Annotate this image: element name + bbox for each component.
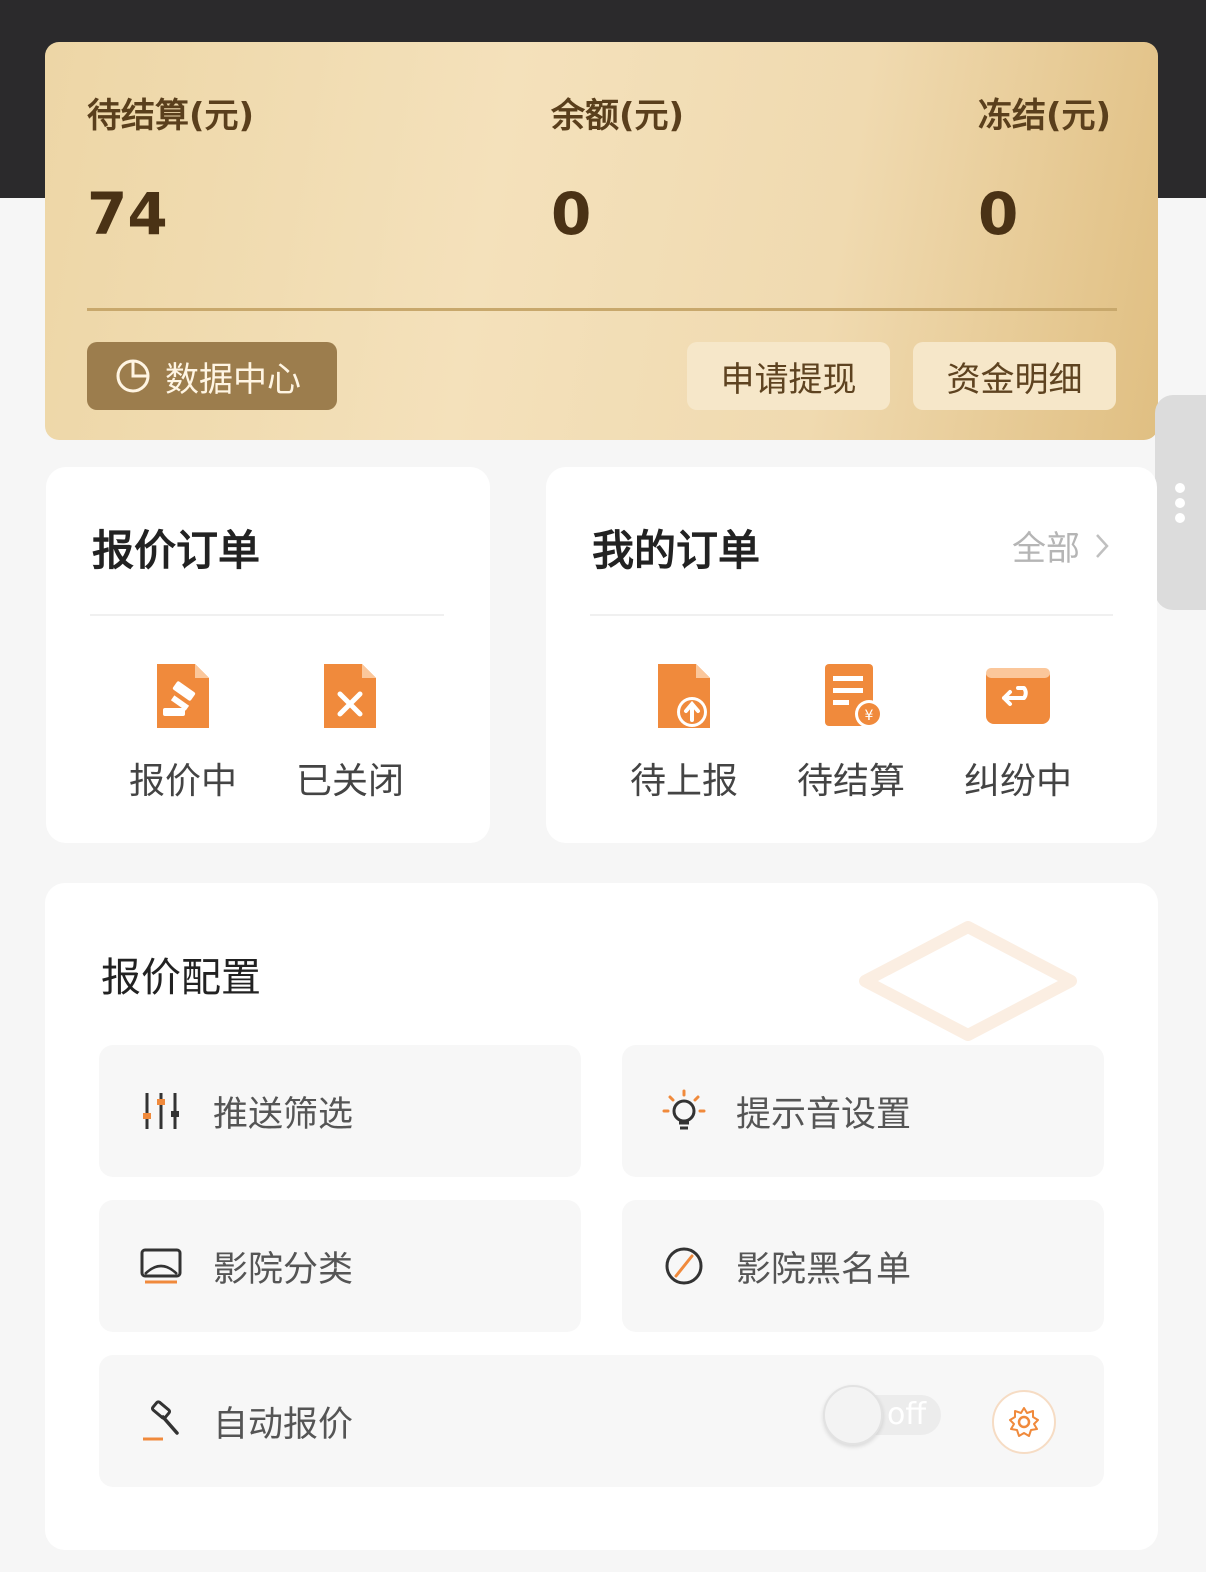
quote-config-panel: 报价配置 推送筛选 提示音设置 影院分类 影院黑名单 自动报价 off xyxy=(45,883,1158,1550)
see-all-link[interactable]: 全部 xyxy=(1012,521,1110,570)
auto-quote-toggle[interactable]: off xyxy=(823,1385,941,1445)
order-item-label: 报价中 xyxy=(128,761,237,802)
chevron-right-icon xyxy=(1096,533,1109,558)
order-item-pending-report[interactable]: 待上报 xyxy=(609,660,759,802)
auto-quote-settings-button[interactable] xyxy=(992,1390,1056,1454)
toggle-state-label: off xyxy=(887,1397,927,1432)
data-center-label: 数据中心 xyxy=(165,359,301,400)
gavel-doc-icon xyxy=(157,664,209,728)
tile-label: 提示音设置 xyxy=(736,1094,912,1135)
pie-chart-icon xyxy=(116,359,150,393)
data-center-button[interactable]: 数据中心 xyxy=(87,342,337,410)
frozen-value: 0 xyxy=(978,180,1019,248)
screen-icon xyxy=(140,1248,182,1284)
card-divider xyxy=(87,308,1117,311)
my-orders-title: 我的订单 xyxy=(592,526,761,575)
dispute-box-icon xyxy=(986,668,1050,724)
frozen-label: 冻结(元) xyxy=(978,96,1112,136)
order-item-closed[interactable]: 已关闭 xyxy=(275,660,425,802)
funds-detail-button[interactable]: 资金明细 xyxy=(913,342,1116,410)
ban-icon xyxy=(665,1247,703,1285)
panel-divider xyxy=(590,614,1113,616)
quote-orders-title: 报价订单 xyxy=(92,526,261,575)
order-item-label: 待结算 xyxy=(796,761,905,802)
cinema-category-tile[interactable]: 影院分类 xyxy=(99,1200,581,1332)
hammer-icon xyxy=(143,1400,179,1441)
tile-label: 影院黑名单 xyxy=(736,1249,912,1290)
tile-label: 影院分类 xyxy=(213,1249,354,1290)
floating-menu-handle[interactable] xyxy=(1155,395,1206,610)
my-orders-panel: 我的订单 全部 待上报 ¥ 待结算 纠纷中 xyxy=(546,467,1157,843)
auto-quote-tile[interactable]: 自动报价 off xyxy=(99,1355,1104,1487)
tile-label: 推送筛选 xyxy=(213,1094,354,1135)
order-item-quoting[interactable]: 报价中 xyxy=(108,660,258,802)
config-title: 报价配置 xyxy=(101,955,261,1001)
settle-doc-icon: ¥ xyxy=(825,664,883,728)
see-all-label: 全部 xyxy=(1012,529,1080,569)
order-item-pending-settlement[interactable]: ¥ 待结算 xyxy=(776,660,926,802)
gear-icon xyxy=(1009,1407,1039,1437)
order-item-label: 已关闭 xyxy=(295,761,404,802)
alert-sound-tile[interactable]: 提示音设置 xyxy=(622,1045,1104,1177)
bulb-icon xyxy=(662,1089,706,1130)
balance-card: 待结算(元) 74 余额(元) 0 冻结(元) 0 数据中心 申请提现 资金明细 xyxy=(45,42,1158,440)
sliders-icon xyxy=(143,1093,179,1129)
layers-watermark-icon xyxy=(859,921,1077,1041)
push-filter-tile[interactable]: 推送筛选 xyxy=(99,1045,581,1177)
toggle-knob xyxy=(823,1385,883,1445)
withdraw-button[interactable]: 申请提现 xyxy=(687,342,890,410)
cinema-blacklist-tile[interactable]: 影院黑名单 xyxy=(622,1200,1104,1332)
panel-divider xyxy=(90,614,444,616)
pending-settlement-label: 待结算(元) xyxy=(87,96,255,136)
balance-label: 余额(元) xyxy=(551,96,685,136)
svg-text:¥: ¥ xyxy=(865,708,874,724)
quote-orders-panel: 报价订单 报价中 已关闭 xyxy=(46,467,490,843)
closed-doc-icon xyxy=(324,664,376,728)
order-item-label: 待上报 xyxy=(629,761,738,802)
upload-doc-icon xyxy=(658,664,710,728)
pending-settlement-value: 74 xyxy=(87,180,168,248)
balance-value: 0 xyxy=(551,180,592,248)
order-item-dispute[interactable]: 纠纷中 xyxy=(943,660,1093,802)
order-item-label: 纠纷中 xyxy=(963,761,1072,802)
auto-quote-label: 自动报价 xyxy=(213,1404,354,1445)
